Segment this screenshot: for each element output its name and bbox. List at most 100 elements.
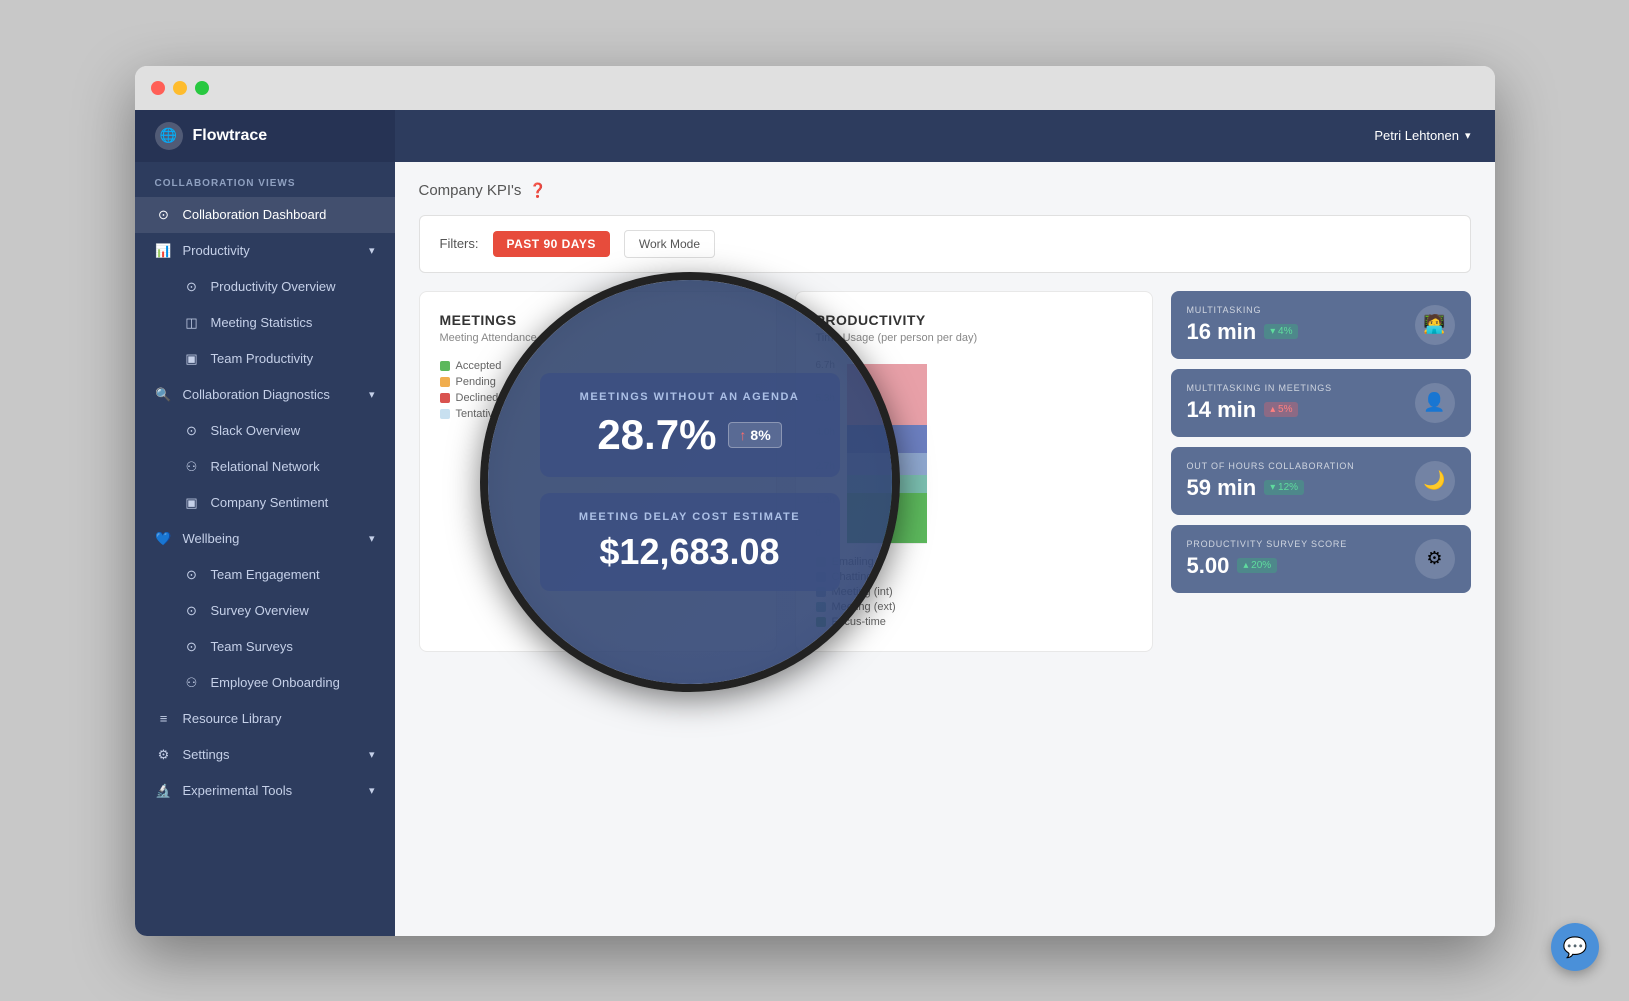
team-productivity-icon: ▣	[183, 350, 201, 368]
sidebar-item-settings[interactable]: ⚙ Settings ▾	[135, 737, 395, 773]
sidebar-item-employee-onboarding[interactable]: ⚇ Employee Onboarding	[135, 665, 395, 701]
legend-dot-meeting-ext	[816, 602, 826, 612]
productivity-overview-label: Productivity Overview	[211, 279, 336, 294]
legend-label-declined: Declined	[456, 392, 499, 404]
chart-legend: Emailing Chatting Meeting (int)	[816, 556, 1132, 628]
wellbeing-icon: 💙	[155, 530, 173, 548]
sidebar-item-productivity-overview[interactable]: ⊙ Productivity Overview	[135, 269, 395, 305]
slack-overview-icon: ⊙	[183, 422, 201, 440]
legend-dot-emailing	[816, 557, 826, 567]
legend-dot-tentative	[440, 409, 450, 419]
kpi-productivity-survey-change: ▴ 20%	[1237, 558, 1277, 573]
sidebar-item-relational-network[interactable]: ⚇ Relational Network	[135, 449, 395, 485]
legend-item-declined: Declined	[440, 392, 756, 404]
legend-focus-time: Focus-time	[816, 616, 1132, 628]
maximize-button[interactable]	[195, 81, 209, 95]
sidebar-item-productivity[interactable]: 📊 Productivity ▾	[135, 233, 395, 269]
productivity-card-title: PRODUCTIVITY	[816, 312, 1132, 328]
legend-dot-focus-time	[816, 617, 826, 627]
legend-emailing: Emailing	[816, 556, 1132, 568]
sidebar-item-team-productivity[interactable]: ▣ Team Productivity	[135, 341, 395, 377]
mag-meeting-delay-cost-value: $12,683.08	[568, 531, 812, 573]
past-90-days-filter[interactable]: PAST 90 DAYS	[493, 231, 610, 257]
team-engagement-icon: ⊙	[183, 566, 201, 584]
page-title: Company KPI's	[419, 182, 522, 199]
sidebar-item-meeting-statistics[interactable]: ◫ Meeting Statistics	[135, 305, 395, 341]
magnifier-handle	[863, 660, 899, 691]
kpi-card-out-of-hours: OUT OF HOURS COLLABORATION 59 min ▾ 12% …	[1171, 447, 1471, 515]
username: Petri Lehtonen	[1374, 128, 1459, 143]
wellbeing-chevron-icon: ▾	[369, 532, 375, 545]
meetings-card-title: MEETINGS	[440, 312, 756, 328]
kpi-multitasking-meetings-icon: 👤	[1415, 383, 1455, 423]
main-content: Petri Lehtonen ▾ Company KPI's ❓ Filters…	[395, 110, 1495, 936]
collab-diagnostics-chevron-icon: ▾	[369, 388, 375, 401]
app-body: 🌐 Flowtrace COLLABORATION VIEWS ⊙ Collab…	[135, 110, 1495, 936]
settings-chevron-icon: ▾	[369, 748, 375, 761]
legend-meeting-int: Meeting (int)	[816, 586, 1132, 598]
y-label-5: 5.3h	[816, 393, 835, 404]
y-label-1: 0	[816, 528, 835, 539]
sidebar-item-experimental-tools[interactable]: 🔬 Experimental Tools ▾	[135, 773, 395, 809]
sidebar-item-resource-library[interactable]: ≡ Resource Library	[135, 701, 395, 737]
app-name: Flowtrace	[193, 127, 268, 145]
resource-library-icon: ≡	[155, 710, 173, 728]
legend-label-accepted: Accepted	[456, 360, 502, 372]
productivity-icon: 📊	[155, 242, 173, 260]
relational-network-icon: ⚇	[183, 458, 201, 476]
bar-chatting	[847, 425, 927, 453]
sidebar-item-company-sentiment[interactable]: ▣ Company Sentiment	[135, 485, 395, 521]
sidebar-item-team-surveys[interactable]: ⊙ Team Surveys	[135, 629, 395, 665]
kpi-multitasking-icon: 🧑‍💻	[1415, 305, 1455, 345]
sidebar-item-collab-dashboard[interactable]: ⊙ Collaboration Dashboard	[135, 197, 395, 233]
survey-overview-label: Survey Overview	[211, 603, 309, 618]
legend-label-meeting-ext: Meeting (ext)	[832, 601, 896, 613]
productivity-label: Productivity	[183, 243, 250, 258]
settings-icon: ⚙	[155, 746, 173, 764]
kpi-card-productivity-survey: PRODUCTIVITY SURVEY SCORE 5.00 ▴ 20% ⚙	[1171, 525, 1471, 593]
sidebar-item-wellbeing[interactable]: 💙 Wellbeing ▾	[135, 521, 395, 557]
meetings-legend: Accepted Pending Declined	[440, 360, 756, 420]
topbar-user[interactable]: Petri Lehtonen ▾	[1374, 128, 1470, 143]
y-label-3: 2.7h	[816, 461, 835, 472]
y-label-6: 6.7h	[816, 360, 835, 371]
legend-item-tentative: Tentative	[440, 408, 756, 420]
experimental-tools-chevron-icon: ▾	[369, 784, 375, 797]
sidebar-item-slack-overview[interactable]: ⊙ Slack Overview	[135, 413, 395, 449]
collab-dashboard-icon: ⊙	[155, 206, 173, 224]
team-engagement-label: Team Engagement	[211, 567, 320, 582]
sidebar-item-collab-diagnostics[interactable]: 🔍 Collaboration Diagnostics ▾	[135, 377, 395, 413]
legend-dot-pending	[440, 377, 450, 387]
logo-icon: 🌐	[155, 122, 183, 150]
sidebar-item-survey-overview[interactable]: ⊙ Survey Overview	[135, 593, 395, 629]
help-icon[interactable]: ❓	[529, 182, 546, 199]
team-productivity-label: Team Productivity	[211, 351, 314, 366]
slack-overview-label: Slack Overview	[211, 423, 301, 438]
employee-onboarding-icon: ⚇	[183, 674, 201, 692]
productivity-card-subtitle: Time Usage (per person per day)	[816, 332, 1132, 344]
kpi-multitasking-label: MULTITASKING	[1187, 305, 1299, 315]
sidebar-item-team-engagement[interactable]: ⊙ Team Engagement	[135, 557, 395, 593]
work-mode-filter[interactable]: Work Mode	[624, 230, 715, 258]
company-sentiment-label: Company Sentiment	[211, 495, 329, 510]
chat-icon: 💬	[1563, 935, 1588, 960]
resource-library-label: Resource Library	[183, 711, 282, 726]
kpi-cards-column: MULTITASKING 16 min ▾ 4% 🧑‍💻	[1171, 291, 1471, 652]
legend-label-emailing: Emailing	[832, 556, 874, 568]
page-title-row: Company KPI's ❓	[419, 182, 1471, 199]
chat-fab-button[interactable]: 💬	[1551, 923, 1599, 971]
kpi-card-multitasking: MULTITASKING 16 min ▾ 4% 🧑‍💻	[1171, 291, 1471, 359]
app-window: 🌐 Flowtrace COLLABORATION VIEWS ⊙ Collab…	[135, 66, 1495, 936]
kpi-multitasking-change: ▾ 4%	[1264, 324, 1298, 339]
kpi-multitasking-value: 16 min	[1187, 319, 1257, 345]
sidebar-header: 🌐 Flowtrace	[135, 110, 395, 162]
close-button[interactable]	[151, 81, 165, 95]
bar-meeting-int	[847, 453, 927, 475]
productivity-overview-icon: ⊙	[183, 278, 201, 296]
team-surveys-icon: ⊙	[183, 638, 201, 656]
sidebar-section-label: COLLABORATION VIEWS	[135, 162, 395, 197]
productivity-card: PRODUCTIVITY Time Usage (per person per …	[795, 291, 1153, 652]
titlebar	[135, 66, 1495, 110]
kpi-out-of-hours-label: OUT OF HOURS COLLABORATION	[1187, 461, 1355, 471]
minimize-button[interactable]	[173, 81, 187, 95]
